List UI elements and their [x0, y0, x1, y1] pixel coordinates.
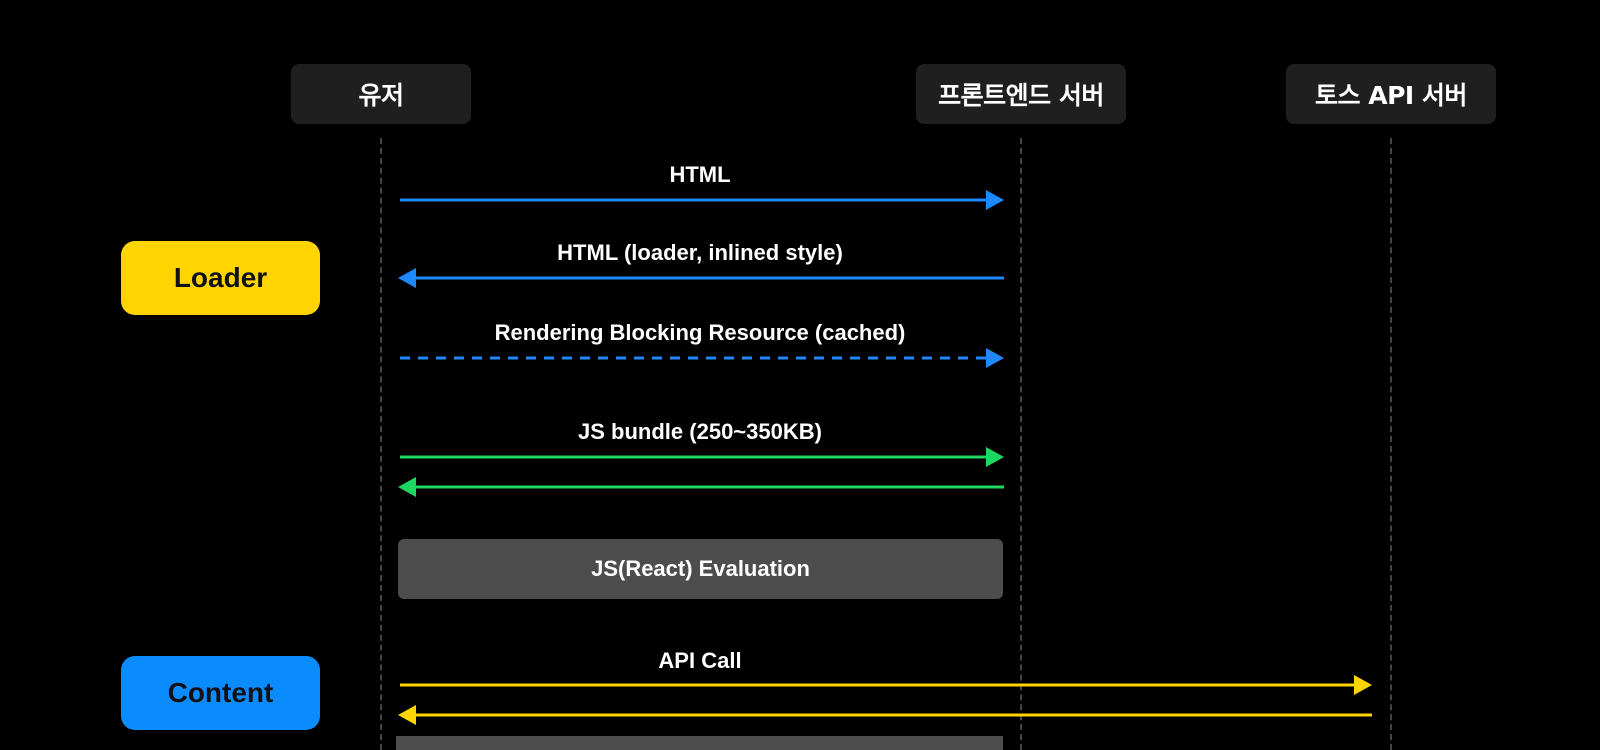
partially-visible-step-box: [396, 736, 1003, 750]
arrowhead-js-bundle-response: [398, 477, 416, 497]
arrowhead-api-call-response: [398, 705, 416, 725]
js-react-evaluation-label: JS(React) Evaluation: [591, 556, 810, 581]
arrowhead-html-request: [986, 190, 1004, 210]
arrowhead-api-call-request: [1354, 675, 1372, 695]
js-react-evaluation-box: JS(React) Evaluation: [398, 539, 1003, 599]
arrowhead-html-response: [398, 268, 416, 288]
arrowhead-js-bundle-request: [986, 447, 1004, 467]
arrowhead-rendering-blocking-resource: [986, 348, 1004, 368]
sequence-arrows: [398, 190, 1372, 725]
